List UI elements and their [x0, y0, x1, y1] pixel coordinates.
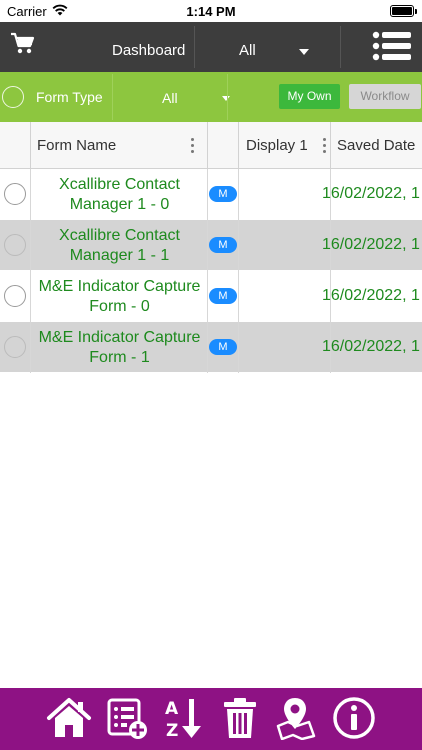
- list-menu-icon[interactable]: [372, 30, 412, 62]
- info-icon[interactable]: [332, 696, 376, 740]
- header-filter-select[interactable]: All: [239, 42, 256, 59]
- table-header: Form Name Display 1 Saved Date: [0, 122, 422, 169]
- map-location-icon[interactable]: [276, 696, 316, 740]
- form-name-cell[interactable]: M&E Indicator Capture Form - 0: [31, 277, 208, 317]
- display-1-cell: [239, 169, 331, 220]
- svg-text:A: A: [165, 699, 179, 719]
- divider: [194, 26, 195, 68]
- chevron-down-icon[interactable]: [222, 96, 230, 101]
- saved-date-cell: 16/02/2022, 1: [322, 185, 420, 202]
- form-type-label: Form Type: [36, 89, 103, 105]
- mode-badge: M: [209, 237, 237, 253]
- row-select-radio[interactable]: [4, 183, 26, 205]
- column-label: Saved Date: [337, 137, 416, 154]
- status-bar: Carrier 1:14 PM: [0, 0, 422, 22]
- header-badge-cell: [208, 122, 239, 169]
- mode-badge: M: [209, 339, 237, 355]
- mode-badge: M: [209, 186, 237, 202]
- column-header-display-1[interactable]: Display 1: [239, 122, 331, 169]
- chevron-down-icon[interactable]: [299, 49, 309, 55]
- divider: [340, 26, 341, 68]
- column-menu-icon[interactable]: [191, 138, 195, 154]
- form-name-cell[interactable]: M&E Indicator Capture Form - 1: [31, 328, 208, 368]
- dashboard-link[interactable]: Dashboard: [112, 42, 185, 59]
- saved-date-cell: 16/02/2022, 1: [322, 287, 420, 304]
- table-row[interactable]: Xcallibre Contact Manager 1 - 0 M 16/02/…: [0, 169, 422, 220]
- table-row[interactable]: M&E Indicator Capture Form - 1 M 16/02/2…: [0, 322, 422, 373]
- column-menu-icon[interactable]: [323, 138, 327, 154]
- display-1-cell: [239, 322, 331, 373]
- form-name-cell[interactable]: Xcallibre Contact Manager 1 - 1: [31, 226, 208, 266]
- row-select-radio[interactable]: [4, 234, 26, 256]
- sort-az-icon[interactable]: A Z: [160, 696, 206, 740]
- battery-icon: [390, 5, 417, 17]
- form-name-cell[interactable]: Xcallibre Contact Manager 1 - 0: [31, 175, 208, 215]
- filter-bar: Form Type All My Own Workflow: [0, 72, 422, 122]
- column-header-form-name[interactable]: Form Name: [31, 122, 208, 169]
- cart-icon[interactable]: [10, 32, 36, 56]
- bottom-toolbar: A Z: [0, 688, 422, 750]
- row-select-radio[interactable]: [4, 336, 26, 358]
- clock: 1:14 PM: [186, 4, 236, 19]
- workflow-button[interactable]: Workflow: [349, 84, 421, 109]
- new-form-icon[interactable]: [106, 696, 148, 740]
- divider: [227, 74, 228, 120]
- select-all-radio[interactable]: [2, 86, 24, 108]
- column-header-saved-date[interactable]: Saved Date: [331, 122, 422, 169]
- home-icon[interactable]: [46, 696, 92, 740]
- table-row[interactable]: Xcallibre Contact Manager 1 - 1 M 16/02/…: [0, 220, 422, 271]
- app-root: Carrier 1:14 PM Dashboard All Form Type …: [0, 0, 422, 750]
- display-1-cell: [239, 220, 331, 271]
- top-bar: Dashboard All: [0, 22, 422, 72]
- mode-badge: M: [209, 288, 237, 304]
- column-label: Form Name: [37, 137, 117, 154]
- saved-date-cell: 16/02/2022, 1: [322, 236, 420, 253]
- display-1-cell: [239, 271, 331, 322]
- column-label: Display 1: [246, 137, 308, 154]
- svg-text:Z: Z: [166, 721, 178, 740]
- form-type-select[interactable]: All: [162, 90, 178, 106]
- row-select-radio[interactable]: [4, 285, 26, 307]
- header-select-cell: [0, 122, 31, 169]
- trash-icon[interactable]: [222, 696, 258, 740]
- divider: [112, 74, 113, 120]
- table-row[interactable]: M&E Indicator Capture Form - 0 M 16/02/2…: [0, 271, 422, 322]
- saved-date-cell: 16/02/2022, 1: [322, 338, 420, 355]
- my-own-button[interactable]: My Own: [279, 84, 340, 109]
